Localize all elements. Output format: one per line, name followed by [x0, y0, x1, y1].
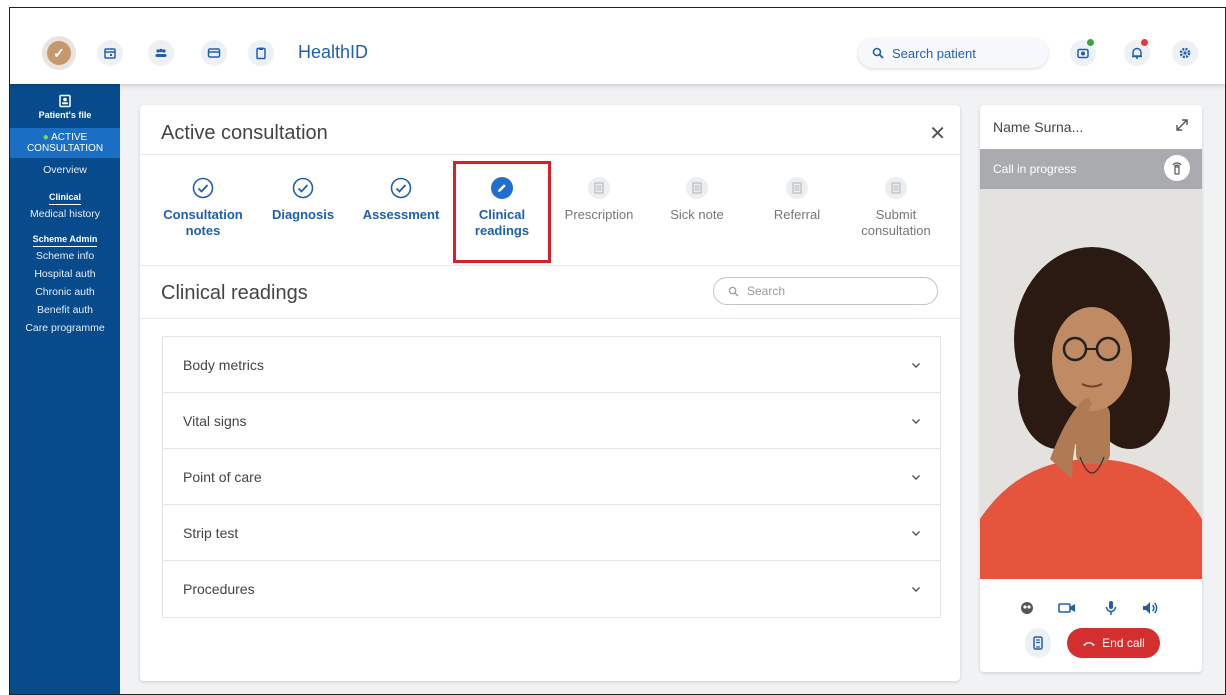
- accordion-body-metrics[interactable]: Body metrics: [163, 337, 940, 393]
- app-title: HealthID: [298, 42, 369, 62]
- video-feed: [980, 189, 1202, 579]
- settings-icon[interactable]: [1172, 40, 1198, 66]
- sidebar-heading-scheme-admin: Scheme Admin: [32, 234, 98, 247]
- accordion-label: Point of care: [183, 468, 262, 485]
- top-bar: ✓ HealthID Search patient: [10, 8, 1225, 84]
- app-window: ✓ HealthID Search patient Patient's file…: [9, 7, 1226, 695]
- chevron-down-icon: [912, 587, 920, 592]
- microphone-icon[interactable]: [1102, 599, 1120, 617]
- consultation-label: CONSULTATION: [26, 143, 104, 154]
- readings-accordion: Body metrics Vital signs Point of care S…: [162, 336, 941, 618]
- owl-icon[interactable]: [1018, 599, 1036, 617]
- step-diagnosis[interactable]: Diagnosis: [258, 177, 348, 223]
- video-call-panel: Name Surna... Call in progress End call: [980, 105, 1202, 672]
- close-icon[interactable]: ✕: [929, 121, 946, 146]
- signal-icon[interactable]: [1164, 155, 1190, 181]
- chevron-down-icon: [912, 362, 920, 368]
- step-label: Consultation: [163, 207, 243, 222]
- search-icon: [728, 286, 739, 297]
- step-assessment[interactable]: Assessment: [356, 177, 446, 223]
- calendar-icon[interactable]: [97, 40, 123, 66]
- accordion-vital-signs[interactable]: Vital signs: [163, 393, 940, 449]
- check-circle-icon: [390, 177, 412, 199]
- document-icon: [686, 177, 708, 199]
- accordion-strip-test[interactable]: Strip test: [163, 505, 940, 561]
- patient-search-input[interactable]: Search patient: [858, 38, 1048, 68]
- people-icon[interactable]: [148, 40, 174, 66]
- sidebar-item-hospital-auth[interactable]: Hospital auth: [10, 268, 120, 280]
- step-label: consultation: [861, 223, 931, 238]
- app-logo[interactable]: ✓: [42, 36, 76, 70]
- patient-file-icon: [59, 94, 71, 108]
- current-step-highlight: [453, 161, 551, 263]
- divider: [140, 265, 960, 266]
- sidebar-item-care-programme[interactable]: Care programme: [10, 322, 120, 334]
- card-icon[interactable]: [201, 40, 227, 66]
- step-label: Referral: [773, 207, 821, 222]
- document-icon: [588, 177, 610, 199]
- bell-notification-icon[interactable]: [1124, 39, 1150, 66]
- search-icon: [872, 47, 884, 59]
- document-icon: [786, 177, 808, 199]
- accordion-point-of-care[interactable]: Point of care: [163, 449, 940, 505]
- active-consultation-link[interactable]: ● ACTIVE CONSULTATION: [10, 128, 120, 158]
- active-dot-icon: ●: [42, 132, 49, 143]
- step-submit-consultation[interactable]: Submit consultation: [851, 177, 941, 239]
- speaker-icon[interactable]: [1141, 599, 1159, 617]
- camera-notification-icon[interactable]: [1070, 39, 1096, 66]
- step-label: Submit: [875, 207, 917, 222]
- clinical-search-input[interactable]: Search: [713, 277, 938, 305]
- divider: [140, 154, 960, 155]
- chevron-down-icon: [912, 418, 920, 424]
- step-sick-note[interactable]: Sick note: [652, 177, 742, 223]
- consultation-card: Active consultation ✕ Consultation notes…: [140, 105, 960, 681]
- end-call-button[interactable]: End call: [1067, 628, 1160, 658]
- step-label: Assessment: [362, 207, 440, 222]
- accordion-procedures[interactable]: Procedures: [163, 561, 940, 617]
- expand-icon[interactable]: [1174, 117, 1190, 133]
- mobile-device-icon[interactable]: [1025, 628, 1051, 658]
- clipboard-icon[interactable]: [248, 40, 274, 66]
- page-title: Active consultation: [161, 122, 328, 144]
- sidebar-item-medical-history[interactable]: Medical history: [10, 208, 120, 220]
- step-label: Diagnosis: [271, 207, 335, 222]
- section-title: Clinical readings: [161, 282, 308, 304]
- sidebar-item-overview[interactable]: Overview: [10, 164, 120, 176]
- search-placeholder: Search patient: [892, 45, 976, 61]
- accordion-label: Body metrics: [183, 356, 264, 373]
- step-consultation-notes[interactable]: Consultation notes: [158, 177, 248, 239]
- step-referral[interactable]: Referral: [752, 177, 842, 223]
- sidebar-heading-clinical: Clinical: [48, 192, 81, 205]
- active-label: ACTIVE: [51, 132, 88, 143]
- search-placeholder: Search: [747, 284, 786, 298]
- caller-name: Name Surna...: [993, 119, 1084, 135]
- video-camera-icon[interactable]: [1058, 599, 1076, 617]
- chevron-down-icon: [912, 530, 920, 536]
- status-badge: [1087, 39, 1094, 46]
- step-label: notes: [185, 223, 221, 238]
- sidebar-item-benefit-auth[interactable]: Benefit auth: [10, 304, 120, 316]
- step-prescription[interactable]: Prescription: [554, 177, 644, 223]
- sidebar-item-scheme-info[interactable]: Scheme info: [10, 250, 120, 262]
- call-status-bar: Call in progress: [980, 149, 1202, 189]
- patient-sidebar: Patient's file ● ACTIVE CONSULTATION Ove…: [10, 84, 120, 694]
- patient-file-link[interactable]: Patient's file: [10, 94, 120, 120]
- accordion-label: Vital signs: [183, 412, 247, 429]
- sidebar-item-chronic-auth[interactable]: Chronic auth: [10, 286, 120, 298]
- chevron-down-icon: [912, 474, 920, 480]
- patient-file-label: Patient's file: [38, 110, 92, 120]
- accordion-label: Procedures: [183, 581, 255, 597]
- step-label: Sick note: [670, 207, 724, 222]
- hang-up-icon: [1083, 642, 1096, 646]
- call-status: Call in progress: [993, 162, 1077, 176]
- document-icon: [885, 177, 907, 199]
- accordion-label: Strip test: [183, 524, 239, 541]
- alert-badge: [1141, 39, 1148, 46]
- divider: [140, 318, 960, 319]
- check-circle-icon: [192, 177, 214, 199]
- caller-video-image: [980, 189, 1202, 579]
- check-circle-icon: [292, 177, 314, 199]
- end-call-label: End call: [1102, 636, 1145, 650]
- step-label: Prescription: [564, 207, 634, 222]
